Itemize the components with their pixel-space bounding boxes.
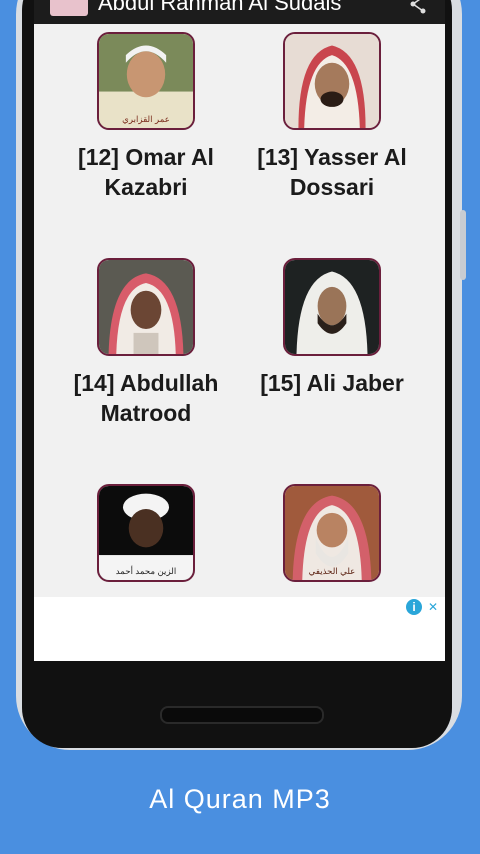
reciter-name[interactable]: [15] Ali Jaber [242, 368, 422, 398]
phone-speaker [160, 706, 324, 724]
photo-caption: علي الحذيفي [309, 566, 356, 576]
reciter-photo[interactable] [97, 258, 195, 356]
reciter-portrait-icon: علي الحذيفي [285, 486, 379, 580]
reciter-name[interactable]: [13] Yasser Al Dossari [242, 142, 422, 202]
app-screen: Abdul Rahman Al Sudais عمر القزابري [12]… [34, 0, 445, 661]
reciter-photo[interactable] [283, 32, 381, 130]
reciter-name[interactable]: [12] Omar Al Kazabri [56, 142, 236, 202]
reciter-card-12[interactable]: عمر القزابري [12] Omar Al Kazabri [56, 32, 236, 202]
reciter-photo[interactable]: الزين محمد أحمد [97, 484, 195, 582]
ad-info-icon[interactable]: i [406, 599, 422, 615]
ad-close-icon[interactable]: ✕ [425, 599, 441, 615]
app-title: Abdul Rahman Al Sudais [98, 0, 342, 15]
photo-caption: الزين محمد أحمد [116, 564, 177, 577]
reciter-portrait-icon [285, 34, 379, 128]
reciter-photo[interactable]: علي الحذيفي [283, 484, 381, 582]
app-logo-icon [50, 0, 88, 16]
reciter-portrait-icon: الزين محمد أحمد [99, 486, 193, 580]
reciter-card-16[interactable]: الزين محمد أحمد [56, 484, 236, 594]
reciter-card-13[interactable]: [13] Yasser Al Dossari [242, 32, 422, 202]
reciter-card-14[interactable]: [14] Abdullah Matrood [56, 258, 236, 428]
share-icon[interactable] [409, 0, 427, 14]
reciter-portrait-icon [285, 260, 379, 354]
ad-choices[interactable]: i ✕ [406, 599, 441, 615]
reciter-portrait-icon [99, 260, 193, 354]
reciter-card-17[interactable]: علي الحذيفي [242, 484, 422, 594]
photo-caption: عمر القزابري [122, 114, 170, 125]
phone-side-button [460, 210, 466, 280]
reciter-photo[interactable] [283, 258, 381, 356]
app-bar: Abdul Rahman Al Sudais [34, 0, 445, 24]
promo-caption: Al Quran MP3 [149, 784, 331, 814]
reciter-name[interactable]: [14] Abdullah Matrood [56, 368, 236, 428]
ad-banner[interactable]: i ✕ [34, 597, 445, 661]
reciter-photo[interactable]: عمر القزابري [97, 32, 195, 130]
reciter-portrait-icon: عمر القزابري [99, 34, 193, 128]
reciter-card-15[interactable]: [15] Ali Jaber [242, 258, 422, 398]
